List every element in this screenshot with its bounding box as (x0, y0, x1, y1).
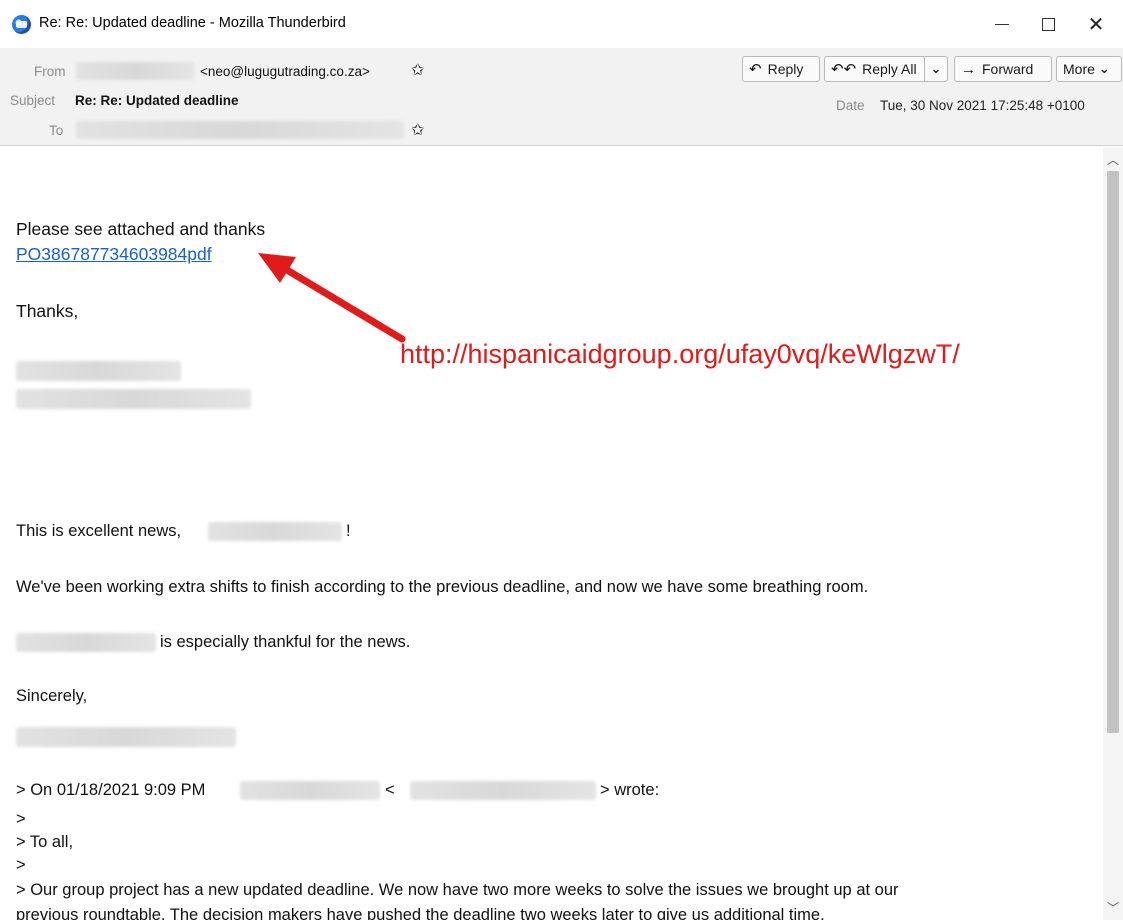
body-sincerely: Sincerely, (16, 687, 88, 705)
reply-all-dropdown-button[interactable]: ⌄ (924, 56, 948, 82)
quote-lt: < (385, 781, 395, 799)
redacted-name (16, 633, 156, 652)
quote-gt-2: > (16, 856, 26, 874)
redacted-quote-name (240, 781, 380, 800)
chevron-down-icon: ⌄ (1098, 61, 1110, 76)
forward-label: Forward (982, 61, 1034, 77)
more-button[interactable]: More ⌄ (1056, 56, 1122, 82)
forward-button[interactable]: → Forward (954, 56, 1052, 82)
reply-label: Reply (767, 61, 804, 77)
reply-all-button[interactable]: ↶↶ Reply All (824, 56, 925, 82)
reply-button[interactable]: ↶ Reply (742, 56, 820, 82)
minimize-button[interactable] (979, 6, 1025, 42)
reply-icon: ↶ (749, 61, 762, 78)
more-label: More (1063, 61, 1095, 77)
redacted-signature (16, 727, 236, 747)
red-arrow-annotation (258, 253, 406, 343)
redacted-sender-name (76, 62, 194, 80)
reply-all-icon: ↶↶ (831, 61, 857, 78)
maximize-button[interactable] (1025, 6, 1071, 42)
subject-label: Subject (10, 93, 56, 108)
thunderbird-logo-icon (12, 15, 31, 34)
quote-on: > On 01/18/2021 9:09 PM (16, 781, 206, 799)
quote-to-all: > To all, (16, 833, 74, 851)
redacted-signature-line1 (16, 361, 181, 381)
scroll-down-icon[interactable]: ﹀ (1107, 899, 1119, 916)
redacted-name (208, 522, 342, 541)
redacted-signature-line2 (16, 389, 251, 409)
minimize-icon (995, 23, 1009, 25)
redacted-quote-email (410, 781, 596, 800)
star-icon[interactable]: ✩ (411, 120, 424, 140)
date-label: Date (836, 98, 865, 113)
vertical-scrollbar[interactable]: ︿ ﹀ (1103, 147, 1123, 920)
maximize-icon (1041, 17, 1055, 31)
body-thanks: Thanks, (16, 301, 79, 321)
window-titlebar: Re: Re: Updated deadline - Mozilla Thund… (0, 0, 1123, 48)
body-line-attached: Please see attached and thanks (16, 219, 266, 239)
date-value: Tue, 30 Nov 2021 17:25:48 +0100 (880, 98, 1085, 113)
window-title: Re: Re: Updated deadline - Mozilla Thund… (39, 15, 346, 31)
body-working: We've been working extra shifts to finis… (16, 578, 869, 596)
from-label: From (34, 64, 66, 79)
star-icon[interactable]: ✩ (411, 60, 424, 80)
scrollbar-thumb[interactable] (1107, 171, 1119, 733)
close-button[interactable]: ✕ (1073, 6, 1119, 42)
forward-arrow-icon: → (961, 60, 976, 78)
body-excellent-pre: This is excellent news, (16, 522, 182, 540)
quote-group: > Our group project has a new updated de… (16, 881, 899, 899)
body-excellent-post: ! (346, 522, 351, 540)
quote-wrote: > wrote: (600, 781, 660, 799)
message-header: From <neo@lugugutrading.co.za> ✩ ↶ Reply… (0, 48, 1123, 146)
annotation-url: http://hispanicaidgroup.org/ufay0vq/keWl… (400, 339, 960, 369)
message-body: Please see attached and thanks PO3867877… (0, 147, 1103, 920)
from-email[interactable]: <neo@lugugutrading.co.za> (200, 64, 370, 79)
chevron-down-icon: ⌄ (930, 61, 942, 76)
redacted-recipient (76, 121, 404, 139)
scroll-up-icon[interactable]: ︿ (1107, 151, 1119, 168)
attachment-link[interactable]: PO386787734603984pdf (16, 244, 212, 265)
reply-all-label: Reply All (862, 61, 917, 77)
subject-value: Re: Re: Updated deadline (75, 93, 239, 108)
quote-gt-1: > (16, 810, 26, 828)
body-thankful: is especially thankful for the news. (160, 633, 411, 651)
to-label: To (49, 123, 64, 138)
quote-previous: previous roundtable. The decision makers… (16, 906, 825, 920)
